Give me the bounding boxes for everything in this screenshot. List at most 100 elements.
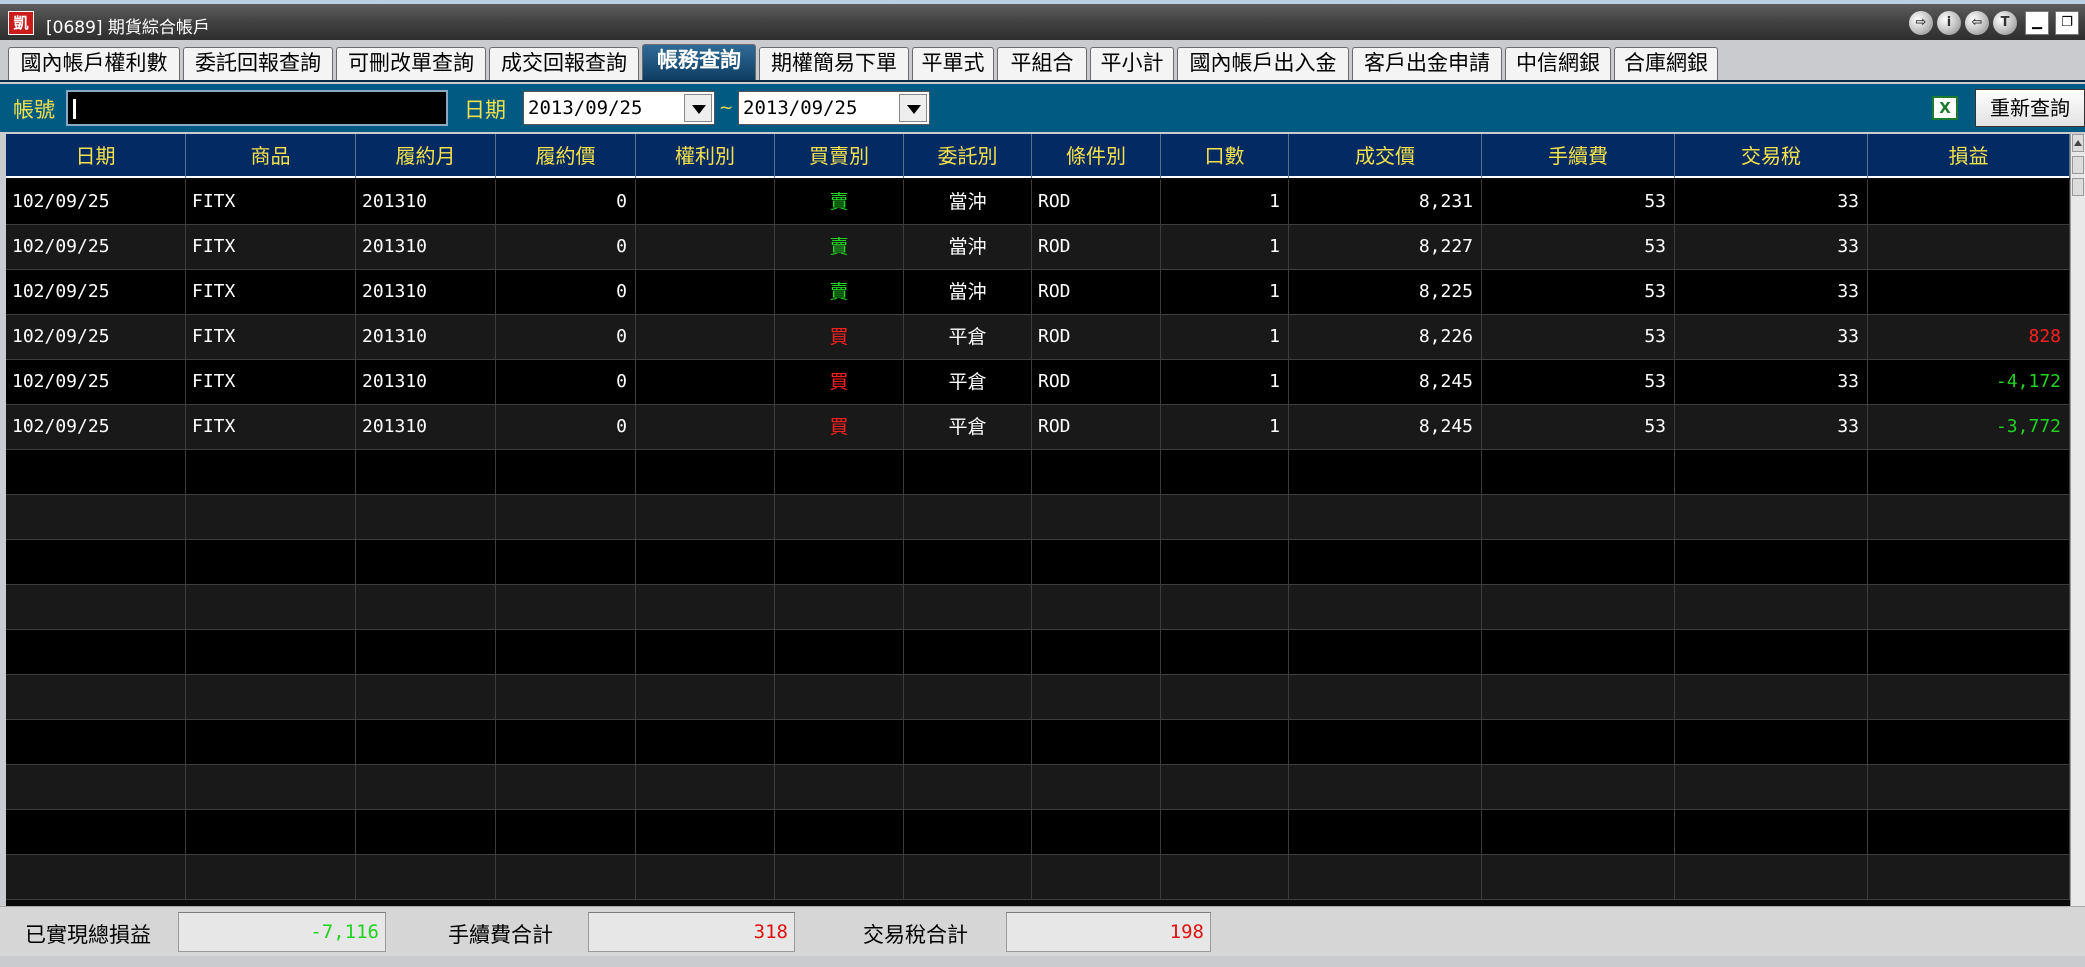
table-row[interactable]: 102/09/25 FITX 201310 0 買平倉 ROD 1 8,226 53 33 828 [6,315,2070,360]
cell-order-type [904,630,1032,674]
cell-contract-month [356,585,496,629]
tab-account-equity[interactable]: 國內帳戶權利數 [8,47,180,80]
cell-date [6,855,186,899]
tab-ctbc-bank[interactable]: 中信網銀 [1505,47,1611,80]
column-header-condition[interactable]: 條件別 [1032,134,1161,178]
date-from-picker[interactable]: 2013/09/25 [523,91,715,125]
scroll-up-icon[interactable] [2072,134,2084,152]
empty-table-row[interactable] [6,630,2070,675]
cell-fee: 53 [1482,225,1675,269]
cell-side: 賣 [775,225,904,269]
account-input[interactable] [66,90,448,126]
forward-circle-icon[interactable]: ⇨ [1909,11,1933,35]
minimize-button[interactable]: ▁ [2025,11,2049,35]
tab-bar: 國內帳戶權利數 委託回報查詢 可刪改單查詢 成交回報查詢 帳務查詢 期權簡易下單… [0,40,2085,82]
column-header-order-type[interactable]: 委託別 [904,134,1032,178]
chevron-down-icon[interactable] [684,94,712,122]
cell-product: FITX [186,315,356,359]
cell-fill-price [1289,855,1482,899]
tab-account-query[interactable]: 帳務查詢 [642,44,756,80]
tab-fill-report[interactable]: 成交回報查詢 [489,47,639,80]
date-label: 日期 [464,98,506,122]
cell-side [775,585,904,629]
tab-deposit-withdraw[interactable]: 國內帳戶出入金 [1177,47,1349,80]
tab-option-quick-order[interactable]: 期權簡易下單 [759,47,909,80]
cell-product [186,855,356,899]
cell-product: FITX [186,225,356,269]
cell-fee [1482,855,1675,899]
scroll-track-segment[interactable] [2072,178,2084,196]
cell-side: 買 [775,405,904,449]
cell-product: FITX [186,360,356,404]
table-row[interactable]: 102/09/25 FITX 201310 0 賣當沖 ROD 1 8,231 53 33 [6,180,2070,225]
date-to-value: 2013/09/25 [743,97,858,119]
empty-table-row[interactable] [6,675,2070,720]
cell-strike-price [496,630,636,674]
cell-quantity: 1 [1161,225,1289,269]
tab-close-subtotal[interactable]: 平小計 [1090,47,1174,80]
cell-date [6,585,186,629]
empty-table-row[interactable] [6,720,2070,765]
tab-order-report[interactable]: 委託回報查詢 [183,47,333,80]
column-header-product[interactable]: 商品 [186,134,356,178]
empty-table-row[interactable] [6,765,2070,810]
tab-modifiable-orders[interactable]: 可刪改單查詢 [336,47,486,80]
column-header-tax[interactable]: 交易稅 [1675,134,1868,178]
empty-table-row[interactable] [6,540,2070,585]
cell-right-type [636,855,775,899]
cell-side: 賣 [775,180,904,224]
excel-export-icon[interactable]: X [1932,96,1958,120]
back-circle-icon[interactable]: ⇦ [1965,11,1989,35]
restore-button[interactable]: ❐ [2055,11,2079,35]
column-header-fee[interactable]: 手續費 [1482,134,1675,178]
vertical-scrollbar[interactable] [2070,134,2085,906]
empty-table-row[interactable] [6,450,2070,495]
cell-product: FITX [186,180,356,224]
cell-product [186,810,356,854]
empty-table-row[interactable] [6,855,2070,900]
cell-quantity: 1 [1161,360,1289,404]
cell-condition: ROD [1032,225,1161,269]
column-header-fill-price[interactable]: 成交價 [1289,134,1482,178]
cell-right-type [636,315,775,359]
tab-tcb-bank[interactable]: 合庫網銀 [1614,47,1718,80]
chevron-down-icon[interactable] [899,94,927,122]
cell-pnl [1868,540,2070,584]
cell-strike-price: 0 [496,360,636,404]
info-circle-icon[interactable]: i [1937,11,1961,35]
cell-fee: 53 [1482,405,1675,449]
date-to-picker[interactable]: 2013/09/25 [738,91,930,125]
empty-table-row[interactable] [6,495,2070,540]
table-row[interactable]: 102/09/25 FITX 201310 0 賣當沖 ROD 1 8,227 53 33 [6,225,2070,270]
requery-button[interactable]: 重新查詢 [1975,89,2085,127]
cell-pnl: -3,772 [1868,405,2070,449]
table-row[interactable]: 102/09/25 FITX 201310 0 賣當沖 ROD 1 8,225 53 33 [6,270,2070,315]
table-row[interactable]: 102/09/25 FITX 201310 0 買平倉 ROD 1 8,245 53 33 -4,1… [6,360,2070,405]
tab-withdraw-request[interactable]: 客戶出金申請 [1352,47,1502,80]
tab-close-combo[interactable]: 平組合 [997,47,1087,80]
cell-condition: ROD [1032,270,1161,314]
scroll-thumb[interactable] [2072,156,2084,174]
column-header-right-type[interactable]: 權利別 [636,134,775,178]
topmost-circle-icon[interactable]: T [1993,11,2017,35]
column-header-pnl[interactable]: 損益 [1868,134,2070,178]
cell-quantity [1161,675,1289,719]
cell-tax: 33 [1675,405,1868,449]
text-caret [73,99,76,119]
tab-close-single[interactable]: 平單式 [912,47,994,80]
cell-fill-price: 8,245 [1289,360,1482,404]
column-header-date[interactable]: 日期 [6,134,186,178]
cell-fee [1482,630,1675,674]
empty-table-row[interactable] [6,585,2070,630]
cell-strike-price: 0 [496,405,636,449]
account-label: 帳號 [13,98,55,122]
cell-contract-month [356,720,496,764]
cell-contract-month [356,675,496,719]
column-header-contract-month[interactable]: 履約月 [356,134,496,178]
table-row[interactable]: 102/09/25 FITX 201310 0 買平倉 ROD 1 8,245 53 33 -3,7… [6,405,2070,450]
column-header-strike-price[interactable]: 履約價 [496,134,636,178]
column-header-side[interactable]: 買賣別 [775,134,904,178]
column-header-quantity[interactable]: 口數 [1161,134,1289,178]
cell-strike-price [496,450,636,494]
empty-table-row[interactable] [6,810,2070,855]
